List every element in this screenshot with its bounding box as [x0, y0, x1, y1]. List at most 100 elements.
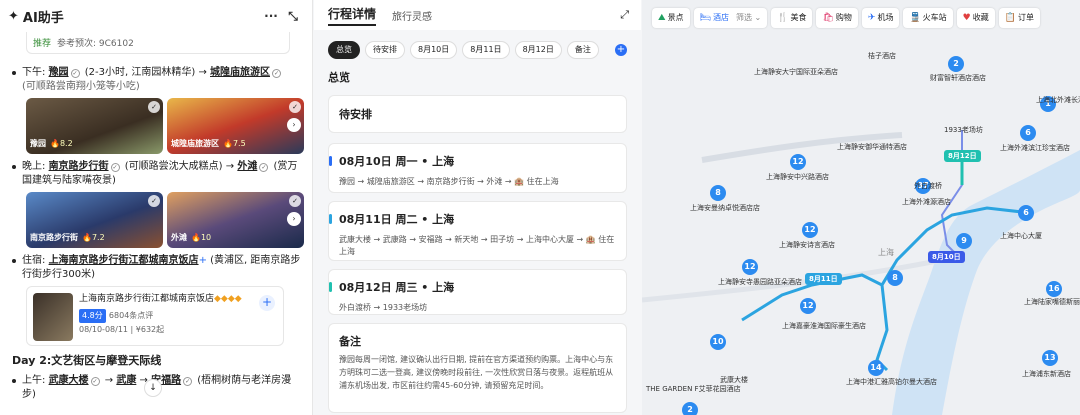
rating: 🔥7.5: [223, 139, 246, 148]
map-marker[interactable]: 6: [1020, 125, 1036, 141]
map-label: 上海静安大宁国际亚朵酒店: [754, 68, 838, 76]
chevron-right-icon[interactable]: ›: [287, 118, 301, 132]
tool-shopping[interactable]: 🛍 购物: [816, 8, 858, 28]
tool-airport[interactable]: ✈ 机场: [861, 8, 900, 28]
hotel-name: 上海南京路步行街江都城南京饭店: [79, 294, 215, 304]
map-marker[interactable]: 12: [790, 154, 806, 170]
place-link-yuyuan[interactable]: 豫园: [49, 67, 69, 78]
more-icon[interactable]: ···: [260, 9, 282, 23]
map-marker[interactable]: 6: [1018, 205, 1034, 221]
map-label: 桔子酒店: [868, 52, 896, 60]
day2-heading: Day 2:文艺街区与摩登天际线: [12, 354, 162, 367]
expand-icon[interactable]: ⤢: [620, 8, 629, 22]
chip-aug11[interactable]: 8月11日: [462, 41, 510, 59]
check-icon: ✓: [259, 163, 269, 172]
rating: 🔥8.2: [50, 139, 73, 148]
map-marker[interactable]: 12: [742, 259, 758, 275]
tab-travel-inspiration[interactable]: 旅行灵感: [392, 8, 432, 23]
map-marker[interactable]: 12: [802, 222, 818, 238]
photo-card[interactable]: ✓ › 外滩 🔥10: [167, 192, 304, 248]
day-card-aug12[interactable]: 08月12日 周三 • 上海 外白渡桥 → 1933老场坊: [328, 269, 627, 315]
add-hotel-button[interactable]: +: [259, 295, 275, 311]
itinerary-tabs: 行程详情 旅行灵感 ⤢: [314, 0, 641, 30]
shopping-icon: 🛍: [822, 13, 834, 23]
place-link-chenghuangmiao[interactable]: 城隍庙旅游区: [210, 67, 270, 78]
photo-card[interactable]: ✓ 南京路步行街 🔥7.2: [26, 192, 163, 248]
map-marker[interactable]: 2: [948, 56, 964, 72]
chevron-right-icon[interactable]: ›: [287, 212, 301, 226]
chip-aug12[interactable]: 8月12日: [514, 41, 562, 59]
map-label: 上海静安御华通特酒店: [837, 143, 907, 151]
pending-card[interactable]: 待安排: [328, 95, 627, 133]
map-label: 上海: [878, 248, 894, 257]
hotel-link[interactable]: 上海南京路步行街江都城南京饭店: [49, 255, 199, 266]
overview-title: 总览: [328, 71, 350, 84]
photo-card[interactable]: ✓ › 城隍庙旅游区 🔥7.5: [167, 98, 304, 154]
tool-train[interactable]: 🚆 火车站: [903, 8, 953, 28]
day-card-aug10[interactable]: 08月10日 周一 • 上海 豫园 → 城隍庙旅游区 → 南京路步行街 → 外滩…: [328, 143, 627, 193]
map-label: 上海北外滩长酒店: [1036, 96, 1080, 104]
place-link-wukang-road[interactable]: 武康: [116, 375, 136, 386]
tool-attractions[interactable]: ⛰ 景点: [652, 8, 690, 28]
select-icon[interactable]: ✓: [289, 101, 301, 113]
map-marker[interactable]: 8: [887, 270, 903, 286]
select-icon[interactable]: ✓: [148, 195, 160, 207]
map-label: 上海中心大厦: [1000, 232, 1042, 240]
map-marker[interactable]: 14: [868, 360, 884, 376]
notes-card[interactable]: 备注 豫园每周一闭馆, 建议确认出行日期, 提前在官方渠道预约购票。上海中心与东…: [328, 323, 627, 413]
tool-food[interactable]: 🍴 美食: [771, 8, 813, 28]
itinerary-panel: 行程详情 旅行灵感 ⤢ 总览 待安排 8月10日 8月11日 8月12日 备注 …: [314, 0, 641, 415]
train-icon: 🚆: [909, 13, 921, 23]
map-marker[interactable]: 8: [710, 185, 726, 201]
photo-card[interactable]: ✓ 豫园 🔥8.2: [26, 98, 163, 154]
app-root: ✦ AI助手 ··· ⤡ 推荐 参考预次: 9C6102 下午: 豫园 ✓ (2-3…: [0, 0, 1080, 415]
plane-icon: ✈: [867, 13, 876, 23]
chip-notes[interactable]: 备注: [566, 41, 599, 59]
map-label: 上海外滩源酒店: [902, 198, 951, 206]
map-marker[interactable]: 12: [800, 298, 816, 314]
assistant-content: 下午: 豫园 ✓ (2-3小时, 江南园林精华) → 城隍庙旅游区 ✓ (可顺路尝南…: [0, 54, 312, 402]
map-label: 上海静安寺愚园路亚朵酒店: [718, 278, 802, 286]
add-day-button[interactable]: +: [615, 44, 627, 56]
map-label: 武康大楼: [720, 376, 748, 384]
day-card-aug11[interactable]: 08月11日 周二 • 上海 武康大楼 → 武康路 → 安福路 → 新天地 → …: [328, 201, 627, 261]
map-toolbar: ⛰ 景点 🛏 酒店 筛选 ⌄ 🍴 美食 🛍 购物 ✈ 机场 🚆 火车站 ♥ 收藏 📋 订单: [652, 8, 1040, 28]
chip-overview[interactable]: 总览: [328, 41, 360, 59]
reference-box: 推荐 参考预次: 9C6102: [26, 32, 290, 54]
hotel-card[interactable]: 上海南京路步行街江都城南京饭店◆◆◆◆ 4.8分 6804条点评 08/10-0…: [26, 286, 284, 346]
sparkle-icon: ✦: [8, 8, 19, 24]
chip-aug10[interactable]: 8月10日: [410, 41, 458, 59]
recommend-tag: 推荐: [33, 39, 52, 49]
image-row-2: ✓ 南京路步行街 🔥7.2 ✓ › 外滩 🔥10: [26, 192, 304, 248]
tab-itinerary-details[interactable]: 行程详情: [328, 5, 377, 26]
collapse-icon[interactable]: ⤡: [282, 9, 304, 24]
map-view[interactable]: ⛰ 景点 🛏 酒店 筛选 ⌄ 🍴 美食 🛍 购物 ✈ 机场 🚆 火车站 ♥ 收藏 📋 订单 2 6…: [642, 0, 1080, 415]
tool-orders[interactable]: 📋 订单: [998, 8, 1040, 28]
add-icon[interactable]: +: [199, 255, 207, 266]
map-label: 财富智轩酒店酒店: [930, 74, 986, 82]
select-icon[interactable]: ✓: [289, 195, 301, 207]
rating: 🔥10: [191, 233, 212, 242]
select-icon[interactable]: ✓: [148, 101, 160, 113]
map-label: 上海静安诗言酒店: [779, 241, 835, 249]
map-label: 上海静安中兴路酒店: [766, 173, 829, 181]
place-link-waitan[interactable]: 外滩: [237, 161, 257, 172]
place-link-nanjinglu[interactable]: 南京路步行街: [49, 161, 109, 172]
stay-item: 住宿: 上海南京路步行街江都城南京饭店+ (黄浦区, 距南京路步行街步行300米…: [12, 254, 304, 282]
order-icon: 📋: [1004, 13, 1016, 23]
place-link-wukang[interactable]: 武康大楼: [49, 375, 89, 386]
map-marker[interactable]: 2: [682, 402, 698, 415]
map-marker[interactable]: 10: [710, 334, 726, 350]
map-marker[interactable]: 9: [956, 233, 972, 249]
scroll-down-button[interactable]: ↓: [144, 379, 162, 397]
hotel-score: 4.8分: [79, 309, 106, 323]
bed-icon: 🛏: [699, 13, 711, 23]
chip-pending[interactable]: 待安排: [365, 41, 405, 59]
map-marker[interactable]: 16: [1046, 281, 1062, 297]
afternoon-item: 下午: 豫园 ✓ (2-3小时, 江南园林精华) → 城隍庙旅游区 ✓ (可顺路尝南…: [12, 66, 304, 94]
tool-hotels[interactable]: 🛏 酒店 筛选 ⌄: [693, 8, 768, 28]
day-route-label: 8月12日: [944, 150, 981, 162]
map-label: 上海嘉豪淮海国际豪生酒店: [782, 322, 866, 330]
tool-favorites[interactable]: ♥ 收藏: [956, 8, 995, 28]
map-marker[interactable]: 13: [1042, 350, 1058, 366]
